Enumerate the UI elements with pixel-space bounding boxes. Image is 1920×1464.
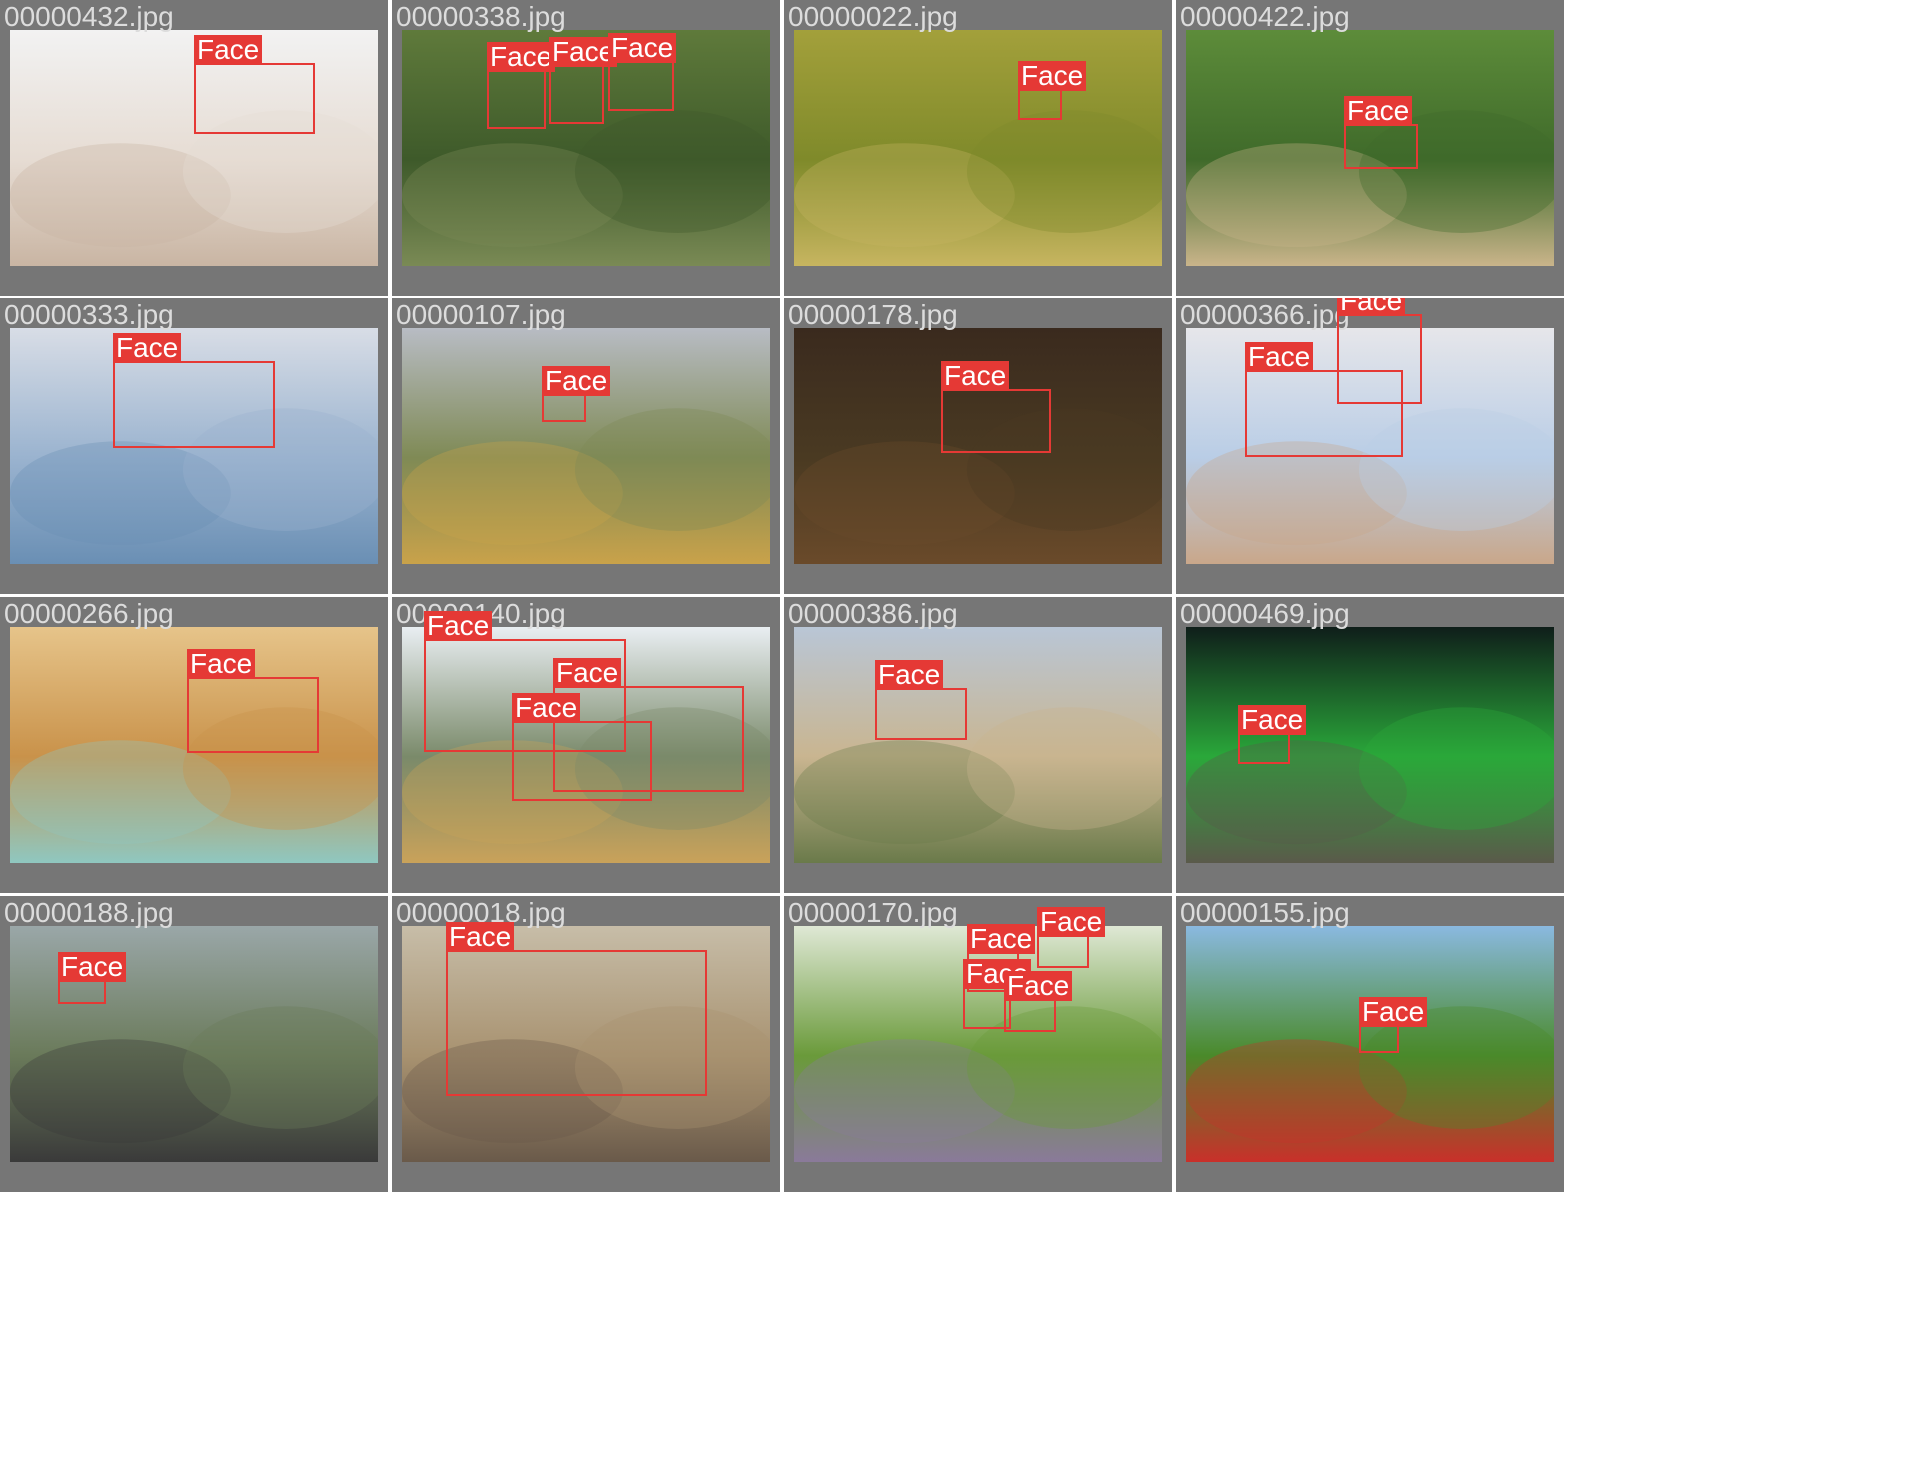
face-label: Face: [194, 35, 263, 65]
photo: [402, 328, 770, 564]
image-tile[interactable]: Face Face Face Face 00000170.jpg: [784, 896, 1172, 1192]
tile-filename: 00000469.jpg: [1180, 598, 1350, 629]
face-bounding-box: Face: [1344, 96, 1418, 169]
tile-filename: 00000107.jpg: [396, 299, 566, 330]
tile-filename: 00000386.jpg: [788, 598, 958, 629]
face-bounding-box: Face: [1359, 997, 1428, 1053]
face-bounding-box: Face: [446, 922, 707, 1096]
face-label: Face: [608, 33, 677, 63]
image-tile[interactable]: Face Face Face 00000338.jpg: [392, 0, 780, 296]
face-bounding-box: Face: [941, 361, 1051, 453]
face-bounding-box: Face: [187, 649, 319, 753]
face-label: Face: [424, 611, 493, 641]
image-tile[interactable]: Face 00000432.jpg: [0, 0, 388, 296]
tile-filename: 00000422.jpg: [1180, 1, 1350, 32]
face-bounding-box: Face: [875, 660, 967, 740]
photo: [794, 30, 1162, 266]
image-tile[interactable]: Face 00000188.jpg: [0, 896, 388, 1192]
photo-fill: [402, 328, 770, 564]
image-grid: Face 00000432.jpg Face Face Face 00000338.jpg…: [0, 0, 1920, 1464]
face-label: Face: [553, 658, 622, 688]
face-label: Face: [941, 361, 1010, 391]
image-tile[interactable]: Face 00000107.jpg: [392, 298, 780, 594]
image-tile[interactable]: Face 00000018.jpg: [392, 896, 780, 1192]
image-tile[interactable]: FaceFaceFace00000140.jpg: [392, 597, 780, 893]
face-label: Face: [1004, 971, 1073, 1001]
face-label: Face: [58, 952, 127, 982]
face-bounding-box: Face: [1238, 705, 1307, 764]
face-label: Face: [113, 333, 182, 363]
tile-filename: 00000366.jpg: [1180, 299, 1350, 330]
face-label: Face: [549, 37, 618, 67]
tile-filename: 00000432.jpg: [4, 1, 174, 32]
face-bounding-box: Face: [542, 366, 611, 422]
face-label: Face: [446, 922, 515, 952]
image-tile[interactable]: Face Face 00000366.jpg: [1176, 298, 1564, 594]
face-bounding-box: Face: [549, 37, 618, 124]
photo: [794, 627, 1162, 863]
image-tile[interactable]: Face 00000178.jpg: [784, 298, 1172, 594]
face-bounding-box: Face: [608, 33, 677, 111]
face-label: Face: [1037, 907, 1106, 937]
face-label: Face: [1245, 342, 1314, 372]
tile-filename: 00000333.jpg: [4, 299, 174, 330]
face-label: Face: [875, 660, 944, 690]
tile-filename: 00000178.jpg: [788, 299, 958, 330]
photo-fill: [794, 627, 1162, 863]
face-label: Face: [487, 42, 556, 72]
tile-filename: 00000188.jpg: [4, 897, 174, 928]
image-tile[interactable]: Face 00000422.jpg: [1176, 0, 1564, 296]
face-bounding-box: Face: [1004, 971, 1073, 1032]
face-label: Face: [1238, 705, 1307, 735]
tile-filename: 00000155.jpg: [1180, 897, 1350, 928]
face-bounding-box: Face: [1018, 61, 1087, 120]
image-tile[interactable]: Face 00000266.jpg: [0, 597, 388, 893]
face-bounding-box: Face: [194, 35, 315, 134]
image-tile[interactable]: Face 00000022.jpg: [784, 0, 1172, 296]
face-label: Face: [1344, 96, 1413, 126]
face-bounding-box: Face: [58, 952, 127, 1004]
photo-fill: [794, 30, 1162, 266]
face-label: Face: [542, 366, 611, 396]
face-bounding-box: Face: [1037, 907, 1106, 968]
face-label: Face: [187, 649, 256, 679]
face-label: Face: [512, 693, 581, 723]
tile-filename: 00000338.jpg: [396, 1, 566, 32]
tile-filename: 00000170.jpg: [788, 897, 958, 928]
face-label: Face: [1337, 298, 1406, 316]
image-tile[interactable]: Face 00000386.jpg: [784, 597, 1172, 893]
image-tile[interactable]: Face 00000155.jpg: [1176, 896, 1564, 1192]
face-bounding-box: Face: [1245, 342, 1403, 457]
image-tile[interactable]: Face 00000469.jpg: [1176, 597, 1564, 893]
face-label: Face: [967, 924, 1036, 954]
face-bounding-box: Face: [113, 333, 275, 448]
face-bounding-box: Face: [487, 42, 556, 129]
face-bounding-box: Face: [512, 693, 652, 801]
face-label: Face: [1018, 61, 1087, 91]
tile-filename: 00000266.jpg: [4, 598, 174, 629]
face-label: Face: [1359, 997, 1428, 1027]
tile-filename: 00000022.jpg: [788, 1, 958, 32]
image-tile[interactable]: Face 00000333.jpg: [0, 298, 388, 594]
